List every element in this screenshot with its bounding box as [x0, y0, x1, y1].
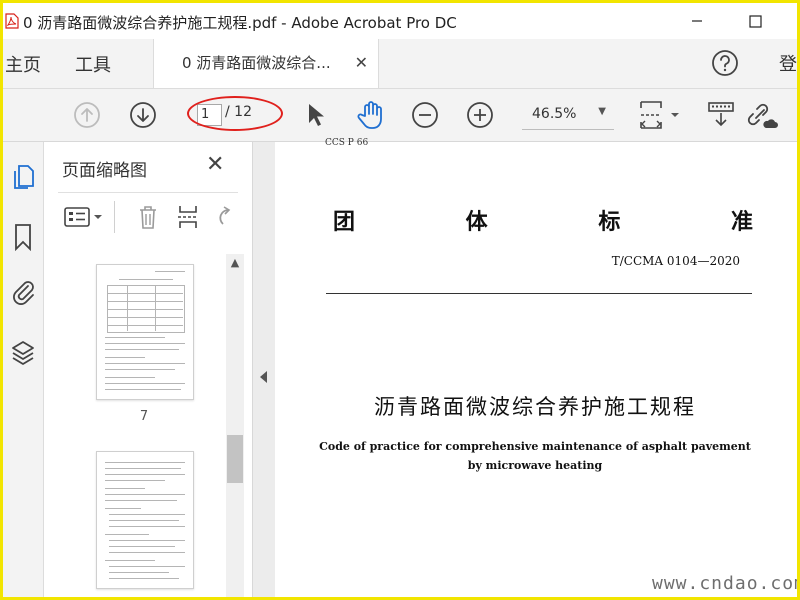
next-page-button[interactable] [127, 99, 159, 131]
bookmark-icon [15, 224, 31, 251]
rotate-icon [219, 206, 231, 225]
hand-tool-button[interactable] [355, 99, 387, 131]
page-thumbnails-panel: 页面缩略图 ✕ ▲ 7 [44, 142, 253, 597]
page-thumbnail[interactable] [96, 451, 194, 589]
thumbnail-toolbar [58, 192, 238, 241]
acrobat-app-icon [5, 13, 19, 29]
help-icon[interactable] [711, 49, 739, 81]
heading-char: 准 [730, 209, 753, 235]
zoom-dropdown[interactable]: 46.5% ▼ [522, 101, 614, 130]
red-annotation-oval [187, 96, 283, 131]
document-tab-label: 0 沥青路面微波综合... [182, 54, 331, 72]
layers-panel-button[interactable] [3, 335, 43, 369]
heading-char: 体 [465, 209, 488, 235]
heading-char: 团 [333, 209, 356, 235]
document-title-en: Code of practice for comprehensive maint… [275, 437, 795, 475]
title-bar: 0 沥青路面微波综合养护施工规程.pdf - Adobe Acrobat Pro… [3, 3, 797, 39]
attachments-panel-button[interactable] [3, 275, 43, 309]
maximize-icon [748, 14, 762, 28]
heading-char: 标 [598, 209, 621, 235]
fit-page-icon [640, 101, 679, 129]
navigation-rail [3, 142, 44, 597]
document-page: CCS P 66 团 体 标 准 T/CCMA 0104—2020 沥青路面微波… [275, 138, 800, 597]
previous-page-button[interactable] [71, 99, 103, 131]
zoom-in-button[interactable] [464, 99, 496, 131]
link-cloud-icon [747, 103, 778, 128]
scrollbar-thumb[interactable] [227, 435, 243, 483]
ccs-code: CCS P 66 [325, 138, 369, 148]
panel-title: 页面缩略图 [62, 161, 147, 181]
page-thumbnail[interactable] [96, 264, 194, 400]
divider-rule [326, 293, 752, 294]
minimize-button[interactable] [683, 9, 711, 33]
thumbnail-page-label: 7 [139, 409, 149, 424]
panel-collapse-handle[interactable] [253, 142, 275, 597]
attachment-icon [13, 281, 34, 305]
plus-circle-icon [467, 102, 493, 128]
title-en-line: Code of practice for comprehensive maint… [319, 440, 751, 453]
pages-icon [14, 165, 34, 189]
hand-icon [357, 101, 382, 129]
keyboard-download-icon [708, 102, 734, 127]
cursor-arrow-icon [309, 104, 324, 126]
minus-circle-icon [412, 102, 438, 128]
fit-page-button[interactable] [633, 99, 683, 131]
thumbnail-scrollbar[interactable] [226, 254, 244, 597]
arrow-up-circle-icon [74, 102, 100, 128]
zoom-value: 46.5% [532, 106, 577, 122]
delete-page-button[interactable] [134, 203, 162, 231]
watermark-text: www.cndao.com [652, 573, 800, 594]
pages-panel-button[interactable] [3, 160, 43, 194]
close-panel-icon[interactable]: ✕ [206, 152, 224, 177]
maximize-button[interactable] [741, 9, 769, 33]
options-list-icon [64, 207, 102, 227]
chevron-left-icon [260, 371, 267, 383]
select-tool-button[interactable] [299, 99, 331, 131]
title-en-line: by microwave heating [467, 459, 603, 472]
share-link-button[interactable] [743, 99, 779, 131]
document-title-zh: 沥青路面微波综合养护施工规程 [374, 395, 696, 419]
sign-in-link[interactable]: 登 [779, 50, 797, 76]
tab-tools[interactable]: 工具 [75, 51, 111, 77]
chevron-down-icon: ▼ [598, 106, 606, 117]
insert-page-icon [178, 206, 198, 228]
arrow-down-circle-icon [130, 102, 156, 128]
standard-number: T/CCMA 0104—2020 [611, 254, 740, 268]
insert-page-button[interactable] [174, 203, 202, 231]
tab-home[interactable]: 主页 [5, 51, 41, 77]
window-title: 0 沥青路面微波综合养护施工规程.pdf - Adobe Acrobat Pro… [23, 14, 457, 32]
tab-bar: 主页 工具 0 沥青路面微波综合... ✕ 登 [3, 39, 797, 89]
keyboard-read-button[interactable] [705, 99, 737, 131]
document-tab[interactable]: 0 沥青路面微波综合... ✕ [153, 39, 379, 88]
toolbar-divider [114, 201, 115, 233]
close-tab-icon[interactable]: ✕ [355, 53, 368, 72]
scroll-up-arrow-icon[interactable]: ▲ [226, 254, 244, 272]
bookmarks-panel-button[interactable] [3, 220, 43, 254]
minimize-icon [692, 20, 702, 22]
zoom-out-button[interactable] [409, 99, 441, 131]
standard-type-heading: 团 体 标 准 [333, 204, 753, 236]
rotate-page-button[interactable] [212, 203, 236, 231]
trash-icon [140, 206, 156, 229]
toolbar: 1 / 12 46.5% ▼ [3, 89, 797, 142]
layers-icon [12, 341, 34, 365]
thumbnail-options-button[interactable] [62, 203, 106, 231]
